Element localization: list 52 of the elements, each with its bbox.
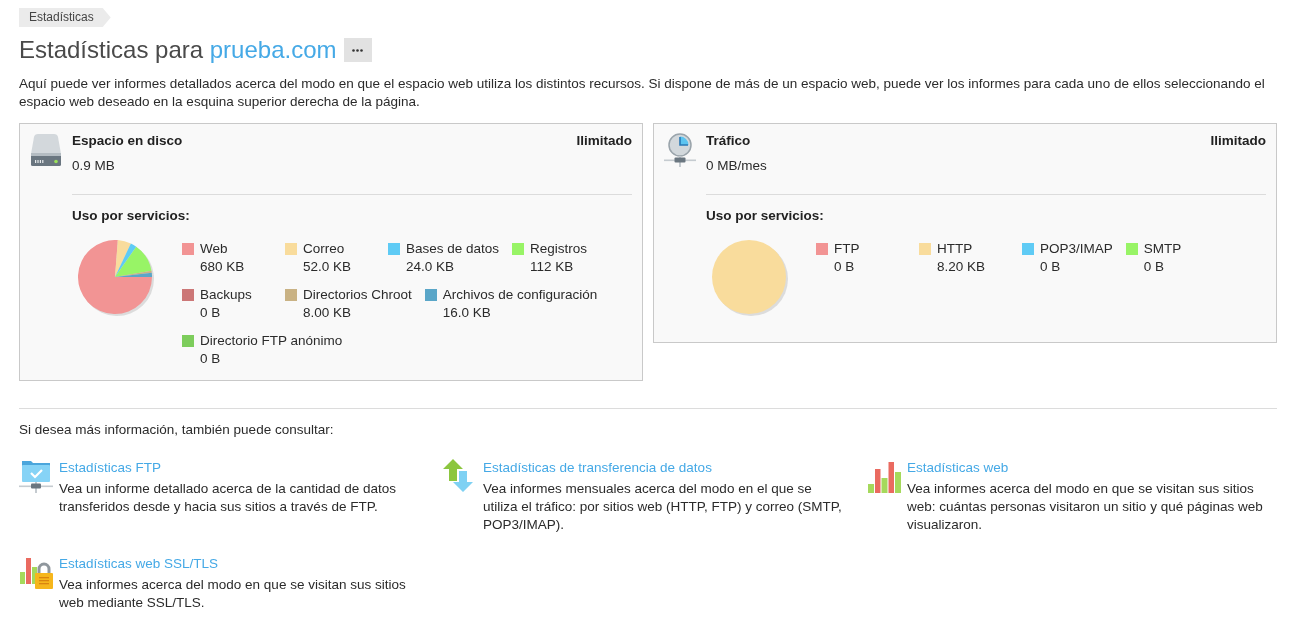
legend-value: 0 B (834, 258, 856, 276)
legend-label: POP3/IMAP (1040, 240, 1113, 258)
legend-label: SMTP (1143, 240, 1183, 258)
link-description: Vea informes acerca del modo en que se visitan sus sitios web: cuántas personas visitaron un sitio y qué páginas web visualizaron. (907, 480, 1264, 534)
stats-link[interactable]: Estadísticas de transferencia de datos (483, 459, 712, 477)
legend-value: 0 B (200, 304, 222, 322)
legend-label: FTP (834, 240, 861, 258)
info-intro: Si desea más información, también puede consultar: (19, 421, 335, 439)
legend-value: 24.0 KB (406, 258, 456, 276)
legend-label: Correo (303, 240, 346, 258)
usage-heading: Uso por servicios: (72, 207, 190, 225)
stats-link[interactable]: Estadísticas FTP (59, 459, 162, 477)
legend-value: 680 KB (200, 258, 246, 276)
link-description: Vea informes mensuales acerca del modo en el que se utiliza el tráfico: por sitios web (HTTP, FTP) y correo (SMTP, POP3/IMAP). (483, 480, 843, 534)
panel-title: Tráfico (706, 132, 751, 150)
hard-drive-icon (30, 133, 62, 166)
legend-label: Backups (200, 286, 253, 304)
legend-value: 112 KB (530, 258, 575, 276)
more-button[interactable] (343, 38, 372, 62)
legend-value: 8.00 KB (303, 304, 353, 322)
legend-label: Directorio FTP anónimo (200, 332, 343, 350)
usage-heading: Uso por servicios: (706, 207, 824, 225)
legend-value: 0 B (1040, 258, 1062, 276)
link-description: Vea informes acerca del modo en que se visitan sus sitios web mediante SSL/TLS. (59, 576, 407, 612)
usage-total: 0 MB/mes (706, 157, 767, 175)
legend-label: Web (200, 240, 229, 258)
legend-label: Registros (530, 240, 589, 258)
stats-link[interactable]: Estadísticas web SSL/TLS (59, 555, 219, 573)
legend-label: HTTP (937, 240, 974, 258)
legend-label: Bases de datos (406, 240, 500, 258)
limit-label: Ilimitado (576, 132, 632, 150)
network-clock-icon (664, 133, 696, 167)
panel-title: Espacio en disco (72, 132, 183, 150)
limit-label: Ilimitado (1210, 132, 1266, 150)
legend-value: 0 B (200, 350, 222, 368)
page-description: Aquí puede ver informes detallados acerca del modo en que el espacio web utiliza los distintos recursos. Si dispone de más de un espacio web, puede ver los informes para cada uno de ellos seleccionando el espacio web deseado en la esquina superior derecha de la página. (19, 75, 1266, 111)
bar-chart-padlock-icon (19, 555, 53, 589)
legend-value: 52.0 KB (303, 258, 353, 276)
domain-link[interactable]: prueba.com (209, 36, 337, 63)
link-description: Vea un informe detallado acerca de la cantidad de datos transferidos desde y hacia sus sitios a través de FTP. (59, 480, 397, 516)
legend-label: Directorios Chroot (303, 286, 412, 304)
bar-chart-icon (867, 459, 901, 493)
legend-value: 0 B (1143, 258, 1166, 276)
legend-value: 8.20 KB (937, 258, 987, 276)
legend-label: Archivos de configuración (442, 286, 598, 304)
usage-total: 0.9 MB (72, 157, 115, 175)
network-folder-icon (19, 459, 53, 493)
stats-link[interactable]: Estadísticas web (907, 459, 1009, 477)
breadcrumb-link[interactable]: Estadísticas (19, 8, 111, 27)
ellipsis-icon (352, 48, 363, 52)
page-title: Estadísticas para prueba.com (19, 35, 337, 65)
legend-value: 16.0 KB (442, 304, 492, 322)
